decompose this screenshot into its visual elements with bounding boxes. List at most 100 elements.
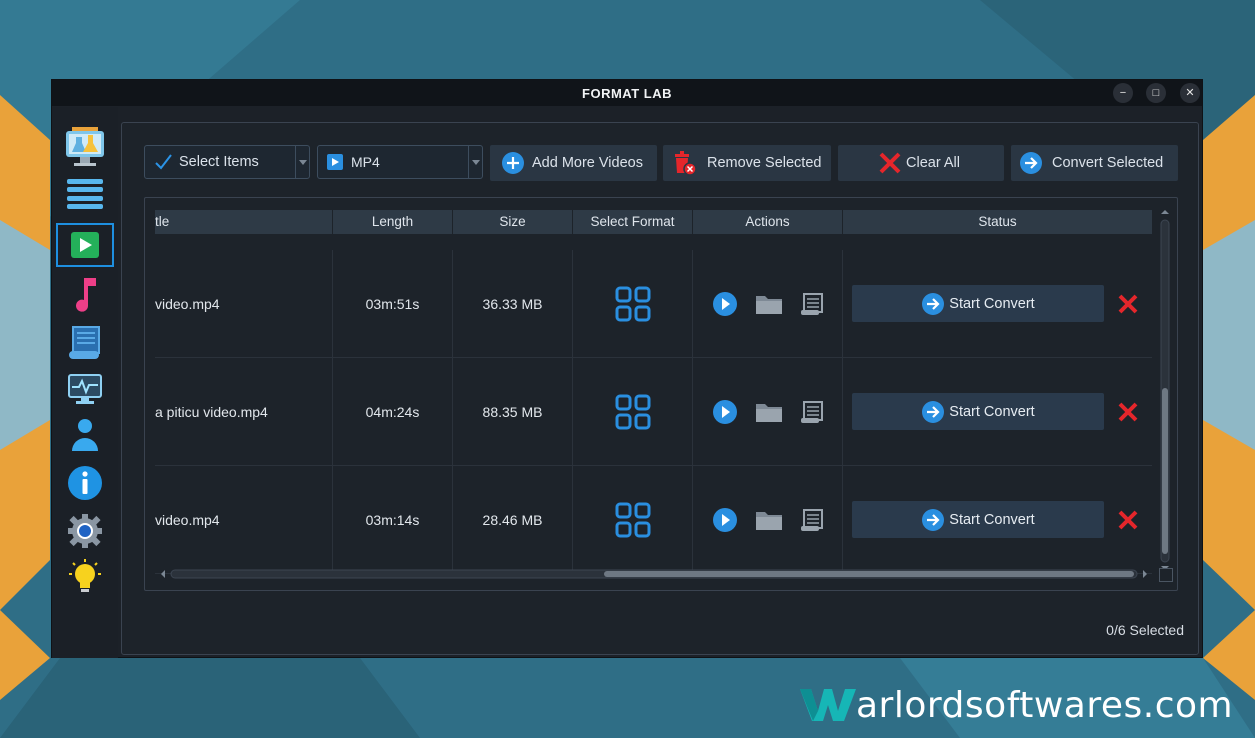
minimize-button[interactable]: − [1113, 83, 1133, 103]
close-button[interactable]: ✕ [1180, 83, 1200, 103]
column-header-title[interactable]: tle [155, 210, 333, 234]
column-header-length[interactable]: Length [333, 210, 453, 234]
sidebar-item-list[interactable] [56, 172, 114, 216]
sidebar-item-documents[interactable] [56, 321, 114, 365]
document-scroll-icon [69, 326, 100, 359]
format-dropdown[interactable]: MP4 [317, 145, 483, 179]
cell-select-format [573, 358, 693, 466]
chevron-down-icon[interactable] [468, 146, 482, 178]
start-convert-button[interactable]: Start Convert [852, 501, 1104, 538]
folder-icon[interactable] [755, 292, 783, 316]
sidebar-item-video[interactable] [56, 223, 114, 267]
column-header-status[interactable]: Status [843, 210, 1152, 234]
play-icon[interactable] [712, 291, 738, 317]
cell-actions [693, 466, 843, 574]
remove-row-icon[interactable] [1117, 401, 1139, 423]
lightbulb-icon [69, 559, 101, 592]
format-value: MP4 [351, 154, 380, 170]
remove-row-icon[interactable] [1117, 509, 1139, 531]
arrow-right-circle-icon [922, 508, 945, 531]
sidebar-item-audio[interactable] [56, 273, 114, 317]
x-mark-icon [879, 152, 901, 174]
add-more-videos-button[interactable]: Add More Videos [490, 145, 657, 181]
table-row[interactable]: video.mp4 03m:14s 28.46 MB Start Convert [155, 466, 1152, 574]
column-header-size[interactable]: Size [453, 210, 573, 234]
cell-select-format [573, 466, 693, 574]
arrow-right-circle-icon [922, 400, 945, 423]
watermark: arlordsoftwares.com [800, 683, 1233, 727]
toolbar: Select Items MP4 Add More Videos Remove … [144, 145, 1184, 181]
cell-select-format [573, 250, 693, 358]
column-header-select-format[interactable]: Select Format [573, 210, 693, 234]
watermark-text: arlordsoftwares.com [856, 684, 1234, 726]
title-bar: FORMAT LAB − □ ✕ [52, 80, 1202, 106]
sidebar-item-monitor[interactable] [56, 367, 114, 411]
selection-count: 0/6 Selected [1106, 622, 1184, 638]
document-icon[interactable] [800, 508, 824, 532]
video-play-icon [71, 232, 99, 258]
vertical-scrollbar[interactable] [1159, 208, 1171, 574]
window-title: FORMAT LAB [582, 86, 672, 101]
table-row[interactable]: a piticu video.mp4 04m:24s 88.35 MB Star… [155, 358, 1152, 466]
arrow-right-circle-icon [922, 292, 945, 315]
start-convert-label: Start Convert [949, 511, 1035, 528]
remove-row-icon[interactable] [1117, 293, 1139, 315]
watermark-logo [800, 689, 856, 721]
user-icon [72, 419, 98, 451]
trash-icon [675, 151, 697, 176]
cell-status: Start Convert [843, 466, 1152, 574]
select-items-label: Select Items [179, 154, 259, 170]
chevron-down-icon[interactable] [295, 146, 309, 178]
table-row[interactable]: video.mp4 03m:51s 36.33 MB Start Convert [155, 250, 1152, 358]
column-header-actions[interactable]: Actions [693, 210, 843, 234]
clear-all-button[interactable]: Clear All [838, 145, 1004, 181]
sidebar-item-tips[interactable] [56, 555, 114, 599]
cell-length: 03m:14s [333, 466, 453, 574]
sidebar-item-settings[interactable] [56, 509, 114, 553]
horizontal-scrollbar[interactable] [159, 568, 1149, 580]
cell-actions [693, 250, 843, 358]
format-grid-icon[interactable] [615, 394, 651, 430]
convert-selected-button[interactable]: Convert Selected [1011, 145, 1178, 181]
select-items-dropdown[interactable]: Select Items [144, 145, 310, 179]
plus-circle-icon [502, 152, 524, 174]
cell-size: 28.46 MB [453, 466, 573, 574]
document-icon[interactable] [800, 292, 824, 316]
convert-selected-label: Convert Selected [1052, 155, 1164, 171]
app-window: FORMAT LAB − □ ✕ Select Items MP4 Add Mo… [51, 79, 1203, 658]
document-icon[interactable] [800, 400, 824, 424]
format-grid-icon[interactable] [615, 502, 651, 538]
table-header: tle Length Size Select Format Actions St… [155, 210, 1152, 234]
sidebar-item-account[interactable] [56, 413, 114, 457]
list-icon [67, 179, 103, 209]
cell-length: 04m:24s [333, 358, 453, 466]
main-panel: Select Items MP4 Add More Videos Remove … [121, 122, 1199, 655]
maximize-button[interactable]: □ [1146, 83, 1166, 103]
scroll-corner [1159, 568, 1173, 582]
cell-status: Start Convert [843, 358, 1152, 466]
remove-selected-button[interactable]: Remove Selected [663, 145, 831, 181]
folder-icon[interactable] [755, 508, 783, 532]
play-icon[interactable] [712, 399, 738, 425]
play-icon[interactable] [712, 507, 738, 533]
lab-icon [66, 127, 104, 166]
video-format-icon [327, 154, 343, 170]
sidebar-item-info[interactable] [56, 461, 114, 505]
clear-all-label: Clear All [906, 155, 960, 171]
format-grid-icon[interactable] [615, 286, 651, 322]
start-convert-label: Start Convert [949, 403, 1035, 420]
monitor-pulse-icon [68, 374, 102, 404]
music-note-icon [76, 278, 96, 312]
cell-title: a piticu video.mp4 [155, 358, 333, 466]
start-convert-button[interactable]: Start Convert [852, 393, 1104, 430]
folder-icon[interactable] [755, 400, 783, 424]
settings-gear-icon [68, 514, 102, 548]
video-table: tle Length Size Select Format Actions St… [144, 197, 1178, 591]
sidebar-item-lab[interactable] [56, 125, 114, 169]
start-convert-label: Start Convert [949, 295, 1035, 312]
remove-selected-label: Remove Selected [707, 155, 822, 171]
cell-size: 36.33 MB [453, 250, 573, 358]
cell-title: video.mp4 [155, 250, 333, 358]
start-convert-button[interactable]: Start Convert [852, 285, 1104, 322]
cell-status: Start Convert [843, 250, 1152, 358]
